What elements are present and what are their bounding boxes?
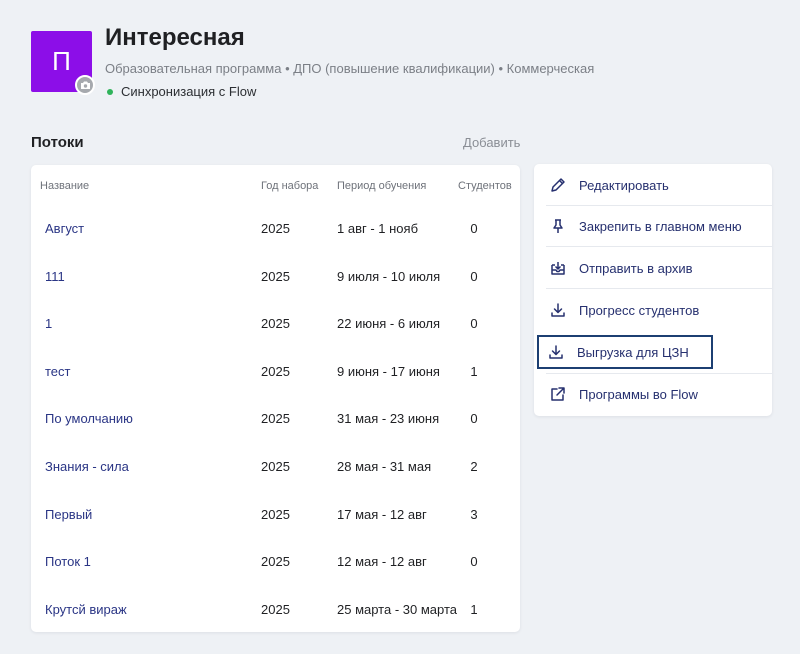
stream-students: 3	[470, 507, 478, 522]
archive-icon	[549, 259, 567, 277]
flow-programs-label: Программы во Flow	[579, 386, 698, 402]
czn-export-button[interactable]: Выгрузка для ЦЗН	[537, 335, 713, 369]
stream-year: 2025	[261, 459, 290, 474]
stream-name-link[interactable]: Первый	[45, 507, 92, 522]
stream-period: 12 мая - 12 авг	[337, 554, 427, 569]
program-avatar[interactable]: П	[31, 31, 95, 95]
table-row[interactable]: По умолчанию 2025 31 мая - 23 июня 0	[31, 395, 520, 443]
edit-label: Редактировать	[579, 177, 669, 193]
streams-table: Название Год набора Период обучения Студ…	[31, 165, 520, 632]
divider	[546, 246, 772, 247]
stream-period: 31 мая - 23 июня	[337, 411, 440, 426]
stream-name-link[interactable]: По умолчанию	[45, 411, 133, 426]
avatar-letter: П	[52, 46, 71, 76]
divider	[546, 373, 772, 374]
stream-year: 2025	[261, 269, 290, 284]
stream-period: 9 июня - 17 июня	[337, 364, 440, 379]
archive-button[interactable]: Отправить в архив	[546, 252, 760, 284]
external-link-icon	[549, 385, 567, 403]
pin-icon	[549, 217, 567, 235]
edit-button[interactable]: Редактировать	[546, 169, 760, 201]
column-header-year: Год набора	[261, 180, 319, 192]
sync-label: Синхронизация с Flow	[121, 84, 257, 99]
stream-students: 1	[470, 602, 478, 617]
stream-students: 0	[470, 316, 478, 331]
sync-status: Синхронизация с Flow	[107, 84, 256, 99]
table-row[interactable]: Знания - сила 2025 28 мая - 31 мая 2	[31, 443, 520, 491]
stream-year: 2025	[261, 316, 290, 331]
stream-name-link[interactable]: тест	[45, 364, 71, 379]
table-row[interactable]: Август 2025 1 авг - 1 нояб 0	[31, 205, 520, 253]
stream-name-link[interactable]: Крутсй вираж	[45, 602, 127, 617]
stream-year: 2025	[261, 411, 290, 426]
table-row[interactable]: Первый 2025 17 мая - 12 авг 3	[31, 491, 520, 539]
stream-students: 0	[470, 269, 478, 284]
flow-programs-button[interactable]: Программы во Flow	[546, 378, 760, 410]
column-header-period: Период обучения	[337, 180, 427, 192]
divider	[546, 288, 772, 289]
download-icon	[547, 343, 565, 361]
archive-label: Отправить в архив	[579, 260, 693, 276]
stream-name-link[interactable]: Поток 1	[45, 554, 91, 569]
program-subtitle: Образовательная программа • ДПО (повышен…	[105, 61, 595, 76]
stream-year: 2025	[261, 602, 290, 617]
stream-year: 2025	[261, 554, 290, 569]
table-row[interactable]: 111 2025 9 июля - 10 июля 0	[31, 253, 520, 301]
pencil-icon	[549, 176, 567, 194]
stream-period: 28 мая - 31 мая	[337, 459, 432, 474]
camera-icon[interactable]	[75, 75, 95, 95]
student-progress-button[interactable]: Прогресс студентов	[546, 294, 760, 326]
stream-year: 2025	[261, 364, 290, 379]
table-row[interactable]: Крутсй вираж 2025 25 марта - 30 марта 1	[31, 586, 520, 634]
stream-period: 17 мая - 12 авг	[337, 507, 427, 522]
stream-students: 0	[470, 554, 478, 569]
table-row[interactable]: 1 2025 22 июня - 6 июля 0	[31, 300, 520, 348]
column-header-name: Название	[40, 180, 90, 192]
stream-name-link[interactable]: Знания - сила	[45, 459, 129, 474]
progress-label: Прогресс студентов	[579, 302, 700, 318]
actions-panel: Редактировать Закрепить в главном меню О…	[534, 164, 772, 416]
download-icon	[549, 301, 567, 319]
stream-name-link[interactable]: 111	[45, 269, 65, 284]
stream-period: 9 июля - 10 июля	[337, 269, 441, 284]
stream-name-link[interactable]: 1	[45, 316, 52, 331]
stream-period: 1 авг - 1 нояб	[337, 221, 419, 236]
add-stream-button[interactable]: Добавить	[463, 135, 520, 150]
status-dot-icon	[107, 88, 113, 95]
column-header-students: Студентов	[458, 180, 512, 192]
stream-year: 2025	[261, 507, 290, 522]
divider	[546, 205, 772, 206]
table-header: Название Год набора Период обучения Студ…	[31, 180, 520, 194]
stream-students: 1	[470, 364, 478, 379]
streams-title: Потоки	[31, 134, 84, 151]
czn-export-label: Выгрузка для ЦЗН	[577, 344, 689, 360]
table-row[interactable]: тест 2025 9 июня - 17 июня 1	[31, 348, 520, 396]
pin-to-menu-button[interactable]: Закрепить в главном меню	[546, 210, 760, 242]
page-title: Интересная	[105, 24, 245, 51]
stream-students: 2	[470, 459, 478, 474]
stream-period: 22 июня - 6 июля	[337, 316, 441, 331]
stream-students: 0	[470, 411, 478, 426]
stream-year: 2025	[261, 221, 290, 236]
stream-students: 0	[470, 221, 478, 236]
table-row[interactable]: Поток 1 2025 12 мая - 12 авг 0	[31, 538, 520, 586]
stream-name-link[interactable]: Август	[45, 221, 84, 236]
stream-period: 25 марта - 30 марта	[337, 602, 457, 617]
pin-label: Закрепить в главном меню	[579, 218, 742, 234]
